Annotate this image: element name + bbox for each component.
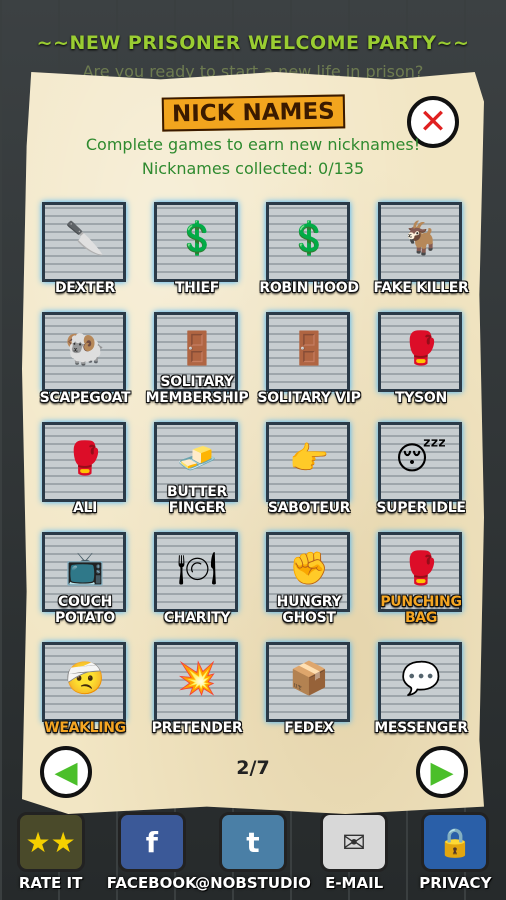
money-hand-icon: 💲 [177, 219, 217, 257]
nickname-tile[interactable]: 🐐 FAKE KILLER [372, 202, 470, 296]
bottom-menu: ★★ RATE IT f FACEBOOK t @NOBSTUDIO ✉ E-M… [0, 800, 506, 900]
nickname-tile[interactable]: 🐏 SCAPEGOAT [36, 312, 134, 406]
nickname-tile[interactable]: 🥊 TYSON [372, 312, 470, 406]
facebook-button[interactable]: f FACEBOOK [104, 812, 200, 892]
nickname-label: FAKE KILLER [373, 280, 469, 296]
twitter-button[interactable]: t @NOBSTUDIO [195, 812, 311, 892]
bandaged-boxer-icon: 🥊 [401, 549, 441, 587]
goat-icon: 🐏 [65, 329, 105, 367]
package-icon: 📦 [289, 659, 329, 697]
bandaged-face-icon: 🤕 [65, 659, 105, 697]
nickname-tile[interactable]: 📦 FEDEX [260, 642, 358, 736]
nickname-label: BUTTER FINGER [166, 484, 227, 516]
nickname-tile[interactable]: 🍽 CHARITY [148, 532, 246, 626]
facebook-icon: f [117, 812, 186, 872]
nickname-label: HUNGRY GHOST [276, 594, 342, 626]
lock-icon: 🔒 [421, 812, 490, 872]
food-plate-icon: 🍽 [176, 549, 218, 587]
nickname-label: SCAPEGOAT [39, 390, 131, 406]
email-button[interactable]: ✉ E-MAIL [306, 812, 402, 892]
butter-icon: 🧈 [177, 439, 217, 477]
nickname-tile[interactable]: 🤕 WEAKLING [36, 642, 134, 736]
nickname-tile[interactable]: 💲 THIEF [148, 202, 246, 296]
nickname-label: ROBIN HOOD [259, 280, 359, 296]
nickname-label: ALI [72, 500, 98, 516]
stars-icon: ★★ [16, 812, 85, 872]
next-page-button[interactable]: ▶ [416, 746, 468, 798]
knife-hand-icon: 🔪 [65, 219, 105, 257]
arrow-right-icon: ▶ [430, 754, 454, 790]
nickname-label: WEAKLING [44, 720, 126, 736]
boxing-gloves-crown-icon: 🥊 [401, 329, 441, 367]
nickname-tile[interactable]: 👉 SABOTEUR [260, 422, 358, 516]
nickname-tile[interactable]: 🔪 DEXTER [36, 202, 134, 296]
nickname-label: SUPER IDLE [376, 500, 466, 516]
dialog-description: Complete games to earn new nicknames! [85, 135, 421, 154]
sleeping-prisoner-icon: 😴 [395, 439, 447, 477]
nickname-grid: 🔪 DEXTER 💲 THIEF 💲 ROBIN HOOD 🐐 FAKE KILLER 🐏 SCA… [36, 202, 470, 736]
collected-count: Nicknames collected: 0/135 [141, 159, 365, 178]
nickname-label: MESSENGER [374, 720, 468, 736]
goat-knife-icon: 🐐 [401, 219, 441, 257]
nickname-tile[interactable]: 💥 PRETENDER [148, 642, 246, 736]
fist-plate-icon: ✊ [289, 549, 329, 587]
nickname-tile[interactable]: 🚪 SOLITARY VIP [257, 312, 361, 406]
envelope-icon: ✉ [320, 812, 389, 872]
explosion-icon: 💥 [177, 659, 217, 697]
nickname-label: PRETENDER [151, 720, 243, 736]
nickname-tile[interactable]: ✊ HUNGRY GHOST [260, 532, 358, 626]
nickname-tile[interactable]: 💲 ROBIN HOOD [259, 202, 359, 296]
nickname-label: PUNCHING BAG [380, 594, 462, 626]
nickname-label: THIEF [174, 280, 220, 296]
nickname-label: SOLITARY VIP [257, 390, 361, 406]
nickname-label: FEDEX [284, 720, 334, 736]
nickname-label: SOLITARY MEMBERSHIP [145, 374, 249, 406]
nickname-tile[interactable]: 😴 SUPER IDLE [372, 422, 470, 516]
privacy-button[interactable]: 🔒 PRIVACY [407, 812, 503, 892]
nickname-tile[interactable]: 🥊 ALI [36, 422, 134, 516]
solitary-door-icon: 🚪 [289, 329, 329, 367]
money-hand-icon: 💲 [289, 219, 329, 257]
nickname-label: TYSON [395, 390, 447, 406]
speech-bubble-icon: 💬 [401, 659, 441, 697]
boxing-gloves-crown-icon: 🥊 [65, 439, 105, 477]
welcome-banner: ~~NEW PRISONER WELCOME PARTY~~ [36, 32, 470, 54]
nickname-label: SABOTEUR [267, 500, 351, 516]
rate-it-button[interactable]: ★★ RATE IT [3, 812, 99, 892]
nickname-tile[interactable]: 💬 MESSENGER [372, 642, 470, 736]
solitary-door-icon: 🚪 [177, 329, 217, 367]
nickname-tile[interactable]: 🚪 SOLITARY MEMBERSHIP [146, 312, 249, 406]
nickname-tile[interactable]: 🥊 PUNCHING BAG [372, 532, 470, 626]
nickname-label: COUCH POTATO [54, 594, 116, 626]
pointing-hand-icon: 👉 [289, 439, 329, 477]
nickname-label: DEXTER [54, 280, 116, 296]
nickname-label: CHARITY [163, 610, 231, 626]
nickname-tile[interactable]: 📺 COUCH POTATO [36, 532, 134, 626]
tv-icon: 📺 [65, 549, 105, 587]
nickname-tile[interactable]: 🧈 BUTTER FINGER [148, 422, 246, 516]
twitter-icon: t [218, 812, 287, 872]
